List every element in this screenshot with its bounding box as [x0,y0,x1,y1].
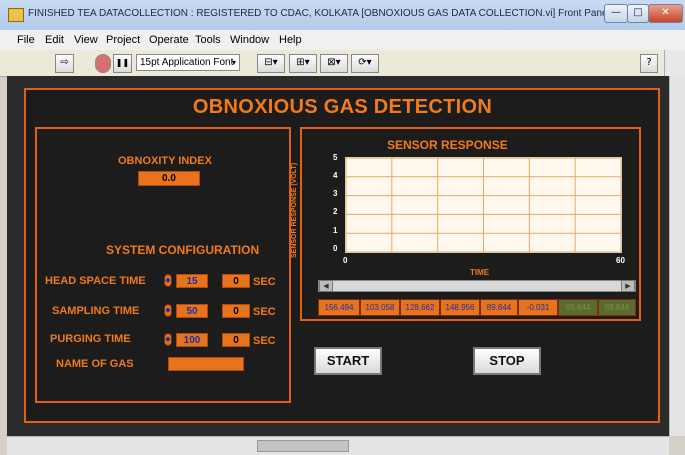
y-tick-2: 2 [333,207,338,216]
sensor-value-3: 128.662 [400,299,440,316]
labview-app-icon [8,8,24,22]
sensor-response-chart [345,157,622,253]
chart-scrollbar[interactable]: ◀ ▶ [318,280,636,292]
sensor-value-5: 89.844 [480,299,518,316]
obnoxity-index-label: OBNOXITY INDEX [118,155,212,167]
sampling-time-input[interactable]: 50 [176,304,208,318]
x-tick-0: 0 [343,256,348,265]
run-arrow-icon[interactable]: ⇨ [55,54,74,73]
menu-view[interactable]: View [74,34,98,46]
sampling-time-readout: 0 [222,304,250,318]
menu-help[interactable]: Help [279,34,302,46]
chart-title: SENSOR RESPONSE [387,138,508,152]
chart-plot-svg [346,158,621,252]
sensor-value-1: 156.494 [318,299,360,316]
menu-project[interactable]: Project [106,34,140,46]
pause-icon[interactable]: ❚❚ [113,54,132,73]
title-bar: FINISHED TEA DATACOLLECTION : REGISTERED… [0,0,685,31]
menu-window[interactable]: Window [230,34,269,46]
x-tick-60: 60 [616,256,625,265]
purging-increment[interactable]: ◆ [164,333,172,346]
page-title: OBNOXIOUS GAS DETECTION [192,96,493,118]
gas-name-input[interactable] [168,357,244,371]
chevron-down-icon: ▾ [231,58,236,67]
gas-name-label: NAME OF GAS [56,358,134,370]
scroll-thumb[interactable] [257,440,349,452]
resize-objects-icon[interactable]: ⊠▾ [320,54,348,73]
head-space-time-input[interactable]: 15 [176,274,208,288]
y-tick-0: 0 [333,244,338,253]
abort-icon[interactable] [95,54,111,73]
purging-time-readout: 0 [222,333,250,347]
context-help-icon[interactable]: ? [640,54,658,73]
window-title: FINISHED TEA DATACOLLECTION : REGISTERED… [28,8,610,19]
menu-operate[interactable]: Operate [149,34,189,46]
y-tick-3: 3 [333,189,338,198]
stop-button[interactable]: STOP [473,347,541,375]
sensor-value-7: 89.844 [558,299,598,316]
reorder-icon[interactable]: ⟳▾ [351,54,379,73]
menu-edit[interactable]: Edit [45,34,64,46]
purging-time-input[interactable]: 100 [176,333,208,347]
menu-file[interactable]: File [17,34,35,46]
sensor-value-6: -0.031 [518,299,558,316]
close-button[interactable]: ✕ [648,4,683,23]
system-config-label: SYSTEM CONFIGURATION [106,243,260,257]
head-space-time-readout: 0 [222,274,250,288]
font-select[interactable]: 15pt Application Font ▾ [136,54,240,71]
y-tick-5: 5 [333,153,338,162]
menu-tools[interactable]: Tools [195,34,221,46]
sampling-unit: SEC [253,306,276,318]
head-space-time-label: HEAD SPACE TIME [45,275,146,287]
align-objects-icon[interactable]: ⊟▾ [257,54,285,73]
y-tick-4: 4 [333,171,338,180]
vertical-scrollbar[interactable] [669,76,685,436]
sensor-value-2: 103.058 [360,299,400,316]
minimize-button[interactable]: — [604,4,628,23]
sensor-value-8: 89.844 [598,299,636,316]
purging-time-label: PURGING TIME [50,333,131,345]
toolbar: ⇨ ❚❚ 15pt Application Font ▾ ⊟▾ ⊞▾ ⊠▾ ⟳▾ … [0,50,685,77]
horizontal-scrollbar[interactable] [7,436,669,455]
chevron-right-icon[interactable]: ▶ [621,280,635,292]
head-space-increment[interactable]: ◆ [164,274,172,287]
distribute-objects-icon[interactable]: ⊞▾ [289,54,317,73]
maximize-button[interactable]: □ [627,4,649,23]
font-select-value: 15pt Application Font [140,57,234,68]
y-tick-1: 1 [333,226,338,235]
chevron-left-icon[interactable]: ◀ [319,280,333,292]
chart-x-axis-label: TIME [470,268,490,277]
obnoxity-index-value: 0.0 [138,171,200,186]
head-space-unit: SEC [253,276,276,288]
sensor-value-4: 148.956 [440,299,480,316]
start-button[interactable]: START [314,347,382,375]
chart-y-axis-label: SENSOR RESPONSE (VOLT) [291,162,298,258]
purging-unit: SEC [253,335,276,347]
sampling-increment[interactable]: ◆ [164,304,172,317]
sampling-time-label: SAMPLING TIME [52,305,140,317]
menu-bar: File Edit View Project Operate Tools Win… [0,30,685,50]
